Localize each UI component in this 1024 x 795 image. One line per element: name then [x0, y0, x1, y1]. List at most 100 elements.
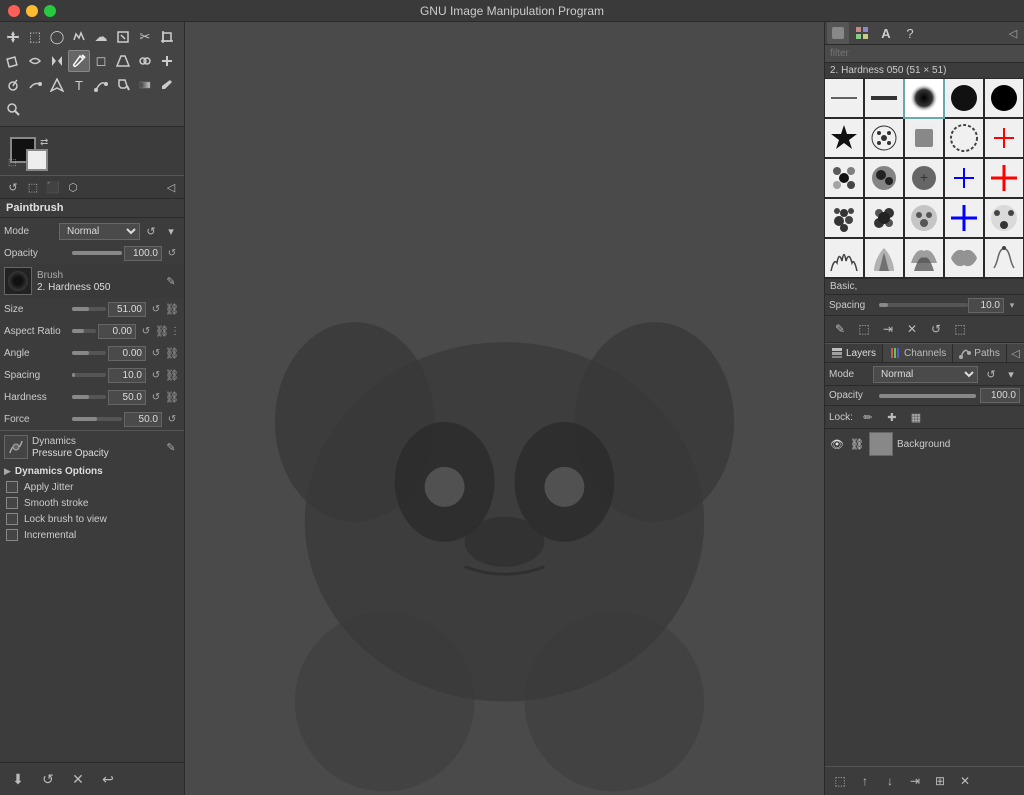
tool-transform[interactable] [2, 50, 24, 72]
lock-position-icon[interactable]: ✚ [883, 408, 901, 426]
brush-cell-9[interactable] [945, 119, 983, 157]
tool-options-reset-icon[interactable]: ↺ [4, 178, 22, 196]
spacing-link-icon[interactable]: ⛓ [164, 367, 180, 383]
layers-btn-raise[interactable]: ↑ [854, 770, 876, 792]
brush-cell-25[interactable] [985, 239, 1023, 277]
layers-panel-close-icon[interactable]: ◁ [1007, 344, 1024, 362]
brush-cell-3-hardness050[interactable] [905, 79, 943, 117]
tool-eraser[interactable]: ◻ [90, 50, 112, 72]
opacity-reset-icon[interactable]: ↺ [164, 245, 180, 261]
brush-cell-2[interactable] [865, 79, 903, 117]
force-value[interactable]: 50.0 [124, 412, 162, 427]
brush-cell-1[interactable] [825, 79, 863, 117]
tool-scissors[interactable]: ✂ [134, 26, 156, 48]
brush-cell-16[interactable] [825, 199, 863, 237]
dynamics-options-header[interactable]: ▶ Dynamics Options [0, 464, 184, 479]
tool-fuzzy-select[interactable]: ☁ [90, 26, 112, 48]
tool-ellipse-select[interactable]: ◯ [46, 26, 68, 48]
tool-crop[interactable] [156, 26, 178, 48]
aspect-ratio-reset-icon[interactable]: ↺ [138, 323, 154, 339]
brush-edit-icon[interactable]: ✎ [162, 272, 180, 290]
incremental-checkbox[interactable] [6, 529, 18, 541]
tool-text[interactable]: T [68, 74, 90, 96]
mode-reset-icon[interactable]: ↺ [142, 222, 160, 240]
tool-bucket-fill[interactable] [112, 74, 134, 96]
swap-colors-icon[interactable]: ⇄ [40, 137, 48, 148]
bottom-restore-icon[interactable]: ↩ [96, 767, 120, 791]
tool-paintbrush[interactable] [68, 50, 90, 72]
dynamics-edit-icon[interactable]: ✎ [162, 438, 180, 456]
close-button[interactable] [8, 5, 20, 17]
brush-cell-20[interactable] [985, 199, 1023, 237]
maximize-button[interactable] [44, 5, 56, 17]
layer-visibility-icon[interactable]: 👁 [829, 436, 845, 452]
aspect-ratio-link-icon[interactable]: ⛓ [154, 323, 170, 339]
brush-cell-7[interactable] [865, 119, 903, 157]
tool-colorpicker[interactable] [156, 74, 178, 96]
window-controls[interactable] [8, 5, 56, 17]
lock-paint-icon[interactable]: ✏ [859, 408, 877, 426]
brush-cell-17[interactable] [865, 199, 903, 237]
brushes-panel-close-icon[interactable]: ◁ [1004, 24, 1022, 42]
tool-select-by-color[interactable] [112, 26, 134, 48]
brush-cell-18[interactable] [905, 199, 943, 237]
spacing-reset-icon[interactable]: ↺ [148, 367, 164, 383]
hardness-reset-icon[interactable]: ↺ [148, 389, 164, 405]
layers-opacity-value[interactable]: 100.0 [980, 388, 1020, 403]
brush-cell-14-plus-blue[interactable] [945, 159, 983, 197]
brush-preview[interactable] [4, 267, 32, 295]
layers-mode-select[interactable]: Normal [873, 366, 978, 383]
opacity-slider[interactable] [72, 251, 122, 255]
hardness-value[interactable]: 50.0 [108, 390, 146, 405]
angle-value[interactable]: 0.00 [108, 346, 146, 361]
force-reset-icon[interactable]: ↺ [164, 411, 180, 427]
brush-filter-input[interactable] [825, 45, 1024, 63]
brush-spacing-extra-icon[interactable]: ▾ [1004, 297, 1020, 313]
brush-spacing-value[interactable]: 10.0 [968, 298, 1004, 313]
tool-zoom[interactable] [2, 98, 24, 120]
layers-mode-reset-icon[interactable]: ↺ [982, 365, 1000, 383]
layers-btn-new-group[interactable]: ⬚ [829, 770, 851, 792]
brushes-tab-patterns[interactable] [851, 22, 873, 44]
tool-heal[interactable] [156, 50, 178, 72]
size-reset-icon[interactable]: ↺ [148, 301, 164, 317]
spacing-slider[interactable] [72, 373, 106, 377]
tool-path[interactable] [90, 74, 112, 96]
layers-btn-delete[interactable]: ✕ [954, 770, 976, 792]
brush-action-duplicate-icon[interactable]: ⬚ [853, 318, 875, 340]
brush-cell-21[interactable] [825, 239, 863, 277]
brush-cell-24[interactable] [945, 239, 983, 277]
tool-clone[interactable] [134, 50, 156, 72]
brush-cell-23[interactable] [905, 239, 943, 277]
layers-btn-lower[interactable]: ↓ [879, 770, 901, 792]
bottom-delete-icon[interactable]: ✕ [66, 767, 90, 791]
force-slider[interactable] [72, 417, 122, 421]
brush-action-delete-icon[interactable]: ✕ [901, 318, 923, 340]
tool-warp[interactable] [24, 50, 46, 72]
lock-alpha-icon[interactable]: ▦ [907, 408, 925, 426]
layer-chain-icon[interactable]: ⛓ [849, 436, 865, 452]
brush-cell-13[interactable]: + [905, 159, 943, 197]
size-value[interactable]: 51.00 [108, 302, 146, 317]
layers-btn-new[interactable]: ⊞ [929, 770, 951, 792]
layer-item-background[interactable]: 👁 ⛓ Background [825, 429, 1024, 459]
apply-jitter-checkbox[interactable] [6, 481, 18, 493]
brush-cell-4[interactable] [945, 79, 983, 117]
bottom-save-icon[interactable]: ⬇ [6, 767, 30, 791]
angle-slider[interactable] [72, 351, 106, 355]
layers-mode-chain-icon[interactable]: ▾ [1002, 365, 1020, 383]
background-color[interactable] [26, 149, 48, 171]
tab-paths[interactable]: Paths [953, 344, 1007, 362]
brushes-tab-fonts[interactable]: A [875, 22, 897, 44]
tool-gradient[interactable] [134, 74, 156, 96]
brush-cell-5[interactable] [985, 79, 1023, 117]
tool-options-delete-icon[interactable]: ⬡ [64, 178, 82, 196]
bottom-reset-icon[interactable]: ↺ [36, 767, 60, 791]
tool-sharpen[interactable] [46, 74, 68, 96]
tool-flip[interactable] [46, 50, 68, 72]
reset-colors-icon[interactable]: ⬚ [8, 157, 17, 168]
mode-chain-icon[interactable]: ▾ [162, 222, 180, 240]
brush-cell-11[interactable] [825, 159, 863, 197]
tool-free-select[interactable] [68, 26, 90, 48]
hardness-link-icon[interactable]: ⛓ [164, 389, 180, 405]
